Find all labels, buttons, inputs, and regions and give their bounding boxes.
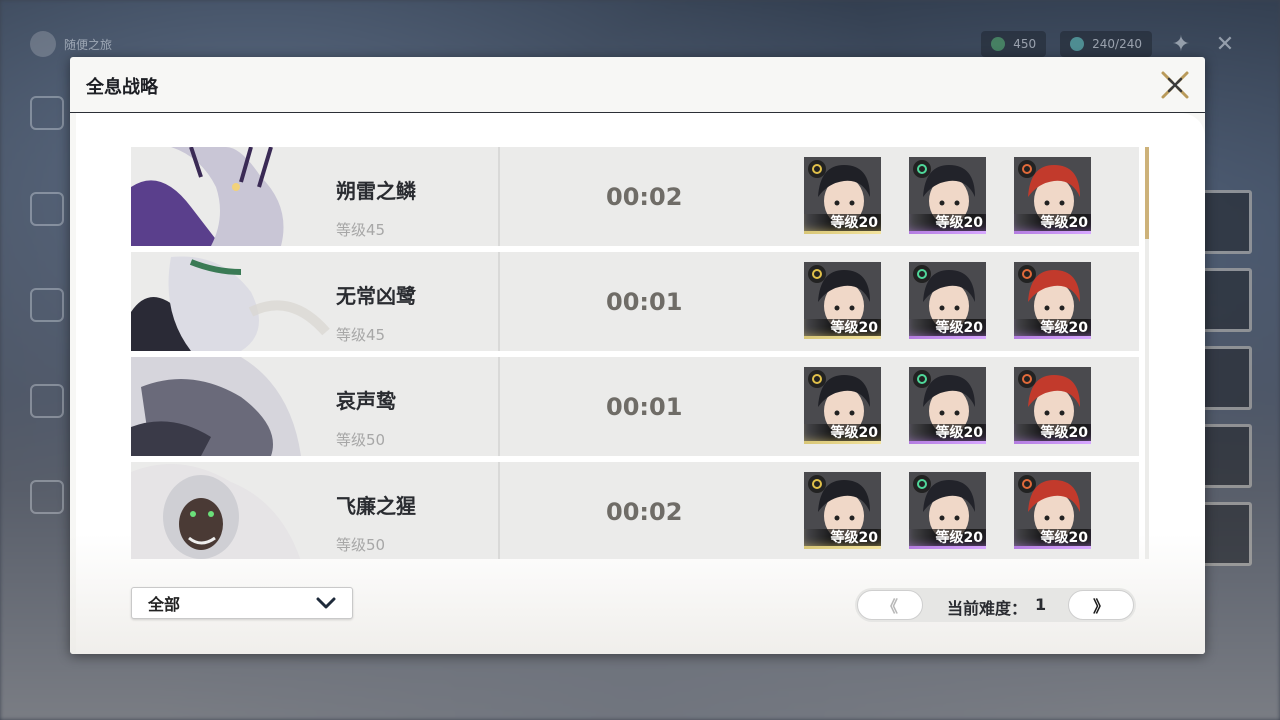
home-link: 随便之旅 xyxy=(30,31,112,57)
rarity-bar xyxy=(1014,231,1091,234)
background-sidebar xyxy=(30,96,70,514)
character-card[interactable]: 等级20 xyxy=(1014,472,1091,549)
currency-icon xyxy=(991,37,1006,51)
modal-header: 全息战略 xyxy=(70,57,1205,113)
clear-time: 00:01 xyxy=(606,288,683,316)
filter-dropdown[interactable]: 全部 xyxy=(131,587,353,619)
character-card[interactable]: 等级20 xyxy=(909,367,986,444)
character-card[interactable]: 等级20 xyxy=(909,262,986,339)
boss-row[interactable]: 无常凶鹭 等级45 00:01 等级20 等级20 等级20 xyxy=(131,252,1139,351)
rarity-bar xyxy=(909,231,986,234)
electro-icon xyxy=(808,475,826,493)
side-icon xyxy=(30,96,64,130)
difficulty-value: 1 xyxy=(1035,595,1047,614)
character-card[interactable]: 等级20 xyxy=(909,472,986,549)
electro-icon xyxy=(808,370,826,388)
side-icon xyxy=(30,288,64,322)
boss-name: 无常凶鹭 xyxy=(336,284,416,308)
modal-title: 全息战略 xyxy=(86,77,158,98)
rarity-bar xyxy=(909,441,986,444)
fusion-icon xyxy=(1018,265,1036,283)
rarity-bar xyxy=(1014,441,1091,444)
home-label: 随便之旅 xyxy=(64,37,113,52)
row-divider xyxy=(498,252,500,351)
boss-level: 等级45 xyxy=(336,221,386,239)
rarity-bar xyxy=(909,546,986,549)
aero-icon xyxy=(913,370,931,388)
boss-level: 等级45 xyxy=(336,326,386,344)
rarity-bar xyxy=(804,336,881,339)
currency-value: 450 xyxy=(1013,37,1037,51)
team-lineup: 等级20 等级20 等级20 xyxy=(804,472,1091,549)
character-card[interactable]: 等级20 xyxy=(1014,262,1091,339)
rarity-bar xyxy=(804,546,881,549)
row-divider xyxy=(498,462,500,559)
holographic-strategy-modal: 全息战略 朔雷之鳞 等级45 00:02 等级20 等级20 等级20 无常凶鹭… xyxy=(70,57,1205,654)
rarity-bar xyxy=(909,336,986,339)
next-difficulty-button[interactable]: 》 xyxy=(1068,590,1134,620)
settings-icon: ✦ xyxy=(1171,31,1191,57)
boss-level: 等级50 xyxy=(336,431,386,449)
rarity-bar xyxy=(1014,546,1091,549)
stamina-icon xyxy=(1070,37,1085,51)
fusion-icon xyxy=(1018,475,1036,493)
scrollbar-thumb[interactable] xyxy=(1145,147,1149,239)
rarity-bar xyxy=(804,441,881,444)
filter-selected: 全部 xyxy=(148,595,181,614)
aero-icon xyxy=(913,265,931,283)
boss-portrait xyxy=(131,462,331,559)
boss-portrait xyxy=(131,252,331,351)
electro-icon xyxy=(808,265,826,283)
character-card[interactable]: 等级20 xyxy=(909,157,986,234)
difficulty-label: 当前难度： xyxy=(947,599,1028,618)
currency-pill: 450 xyxy=(981,31,1047,57)
exit-icon: ✕ xyxy=(1215,31,1235,57)
character-card[interactable]: 等级20 xyxy=(804,472,881,549)
aero-icon xyxy=(913,160,931,178)
rarity-bar xyxy=(804,231,881,234)
clear-time: 00:02 xyxy=(606,183,683,211)
boss-name: 哀声鸷 xyxy=(336,389,396,413)
side-icon xyxy=(30,384,64,418)
boss-row[interactable]: 朔雷之鳞 等级45 00:02 等级20 等级20 等级20 xyxy=(131,147,1139,246)
stamina-pill: 240/240 xyxy=(1060,31,1152,57)
clear-time: 00:01 xyxy=(606,393,683,421)
team-lineup: 等级20 等级20 等级20 xyxy=(804,262,1091,339)
clear-time: 00:02 xyxy=(606,498,683,526)
side-icon xyxy=(30,480,64,514)
row-divider xyxy=(498,357,500,456)
boss-portrait xyxy=(131,147,331,246)
close-button[interactable] xyxy=(1157,67,1193,103)
character-card[interactable]: 等级20 xyxy=(804,367,881,444)
boss-portrait xyxy=(131,357,331,456)
chevron-down-icon xyxy=(316,597,336,609)
character-card[interactable]: 等级20 xyxy=(804,157,881,234)
boss-level: 等级50 xyxy=(336,536,386,554)
character-card[interactable]: 等级20 xyxy=(1014,157,1091,234)
side-icon xyxy=(30,192,64,226)
character-card[interactable]: 等级20 xyxy=(804,262,881,339)
fusion-icon xyxy=(1018,370,1036,388)
prev-difficulty-button[interactable]: 《 xyxy=(857,590,923,620)
difficulty-pager: 《 当前难度： 1 》 xyxy=(855,588,1136,622)
close-icon xyxy=(1161,71,1189,99)
home-icon xyxy=(30,31,56,57)
team-lineup: 等级20 等级20 等级20 xyxy=(804,367,1091,444)
stamina-value: 240/240 xyxy=(1092,37,1142,51)
fusion-icon xyxy=(1018,160,1036,178)
boss-name: 朔雷之鳞 xyxy=(336,179,416,203)
team-lineup: 等级20 等级20 等级20 xyxy=(804,157,1091,234)
boss-row[interactable]: 飞廉之猩 等级50 00:02 等级20 等级20 等级20 xyxy=(131,462,1139,559)
list-scrollbar[interactable] xyxy=(1145,147,1149,559)
boss-name: 飞廉之猩 xyxy=(336,494,416,518)
boss-row[interactable]: 哀声鸷 等级50 00:01 等级20 等级20 等级20 xyxy=(131,357,1139,456)
aero-icon xyxy=(913,475,931,493)
character-card[interactable]: 等级20 xyxy=(1014,367,1091,444)
boss-record-list[interactable]: 朔雷之鳞 等级45 00:02 等级20 等级20 等级20 无常凶鹭 等级45… xyxy=(131,147,1139,559)
row-divider xyxy=(498,147,500,246)
electro-icon xyxy=(808,160,826,178)
rarity-bar xyxy=(1014,336,1091,339)
